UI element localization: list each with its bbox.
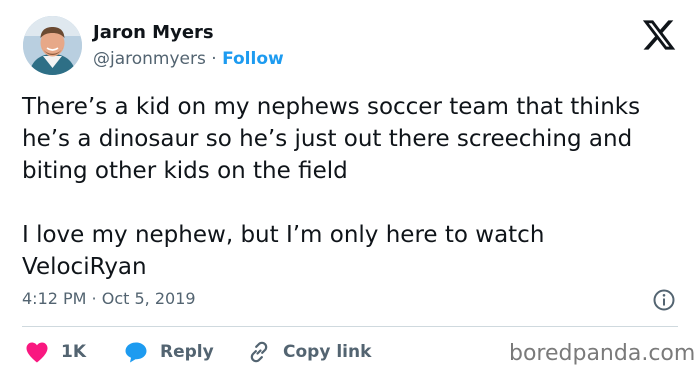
heart-icon bbox=[26, 342, 48, 363]
author-handle[interactable]: @jaronmyers bbox=[93, 49, 206, 69]
speech-bubble-icon bbox=[125, 342, 147, 363]
tweet-text: There’s a kid on my nephews soccer team … bbox=[22, 91, 672, 283]
author-name[interactable]: Jaron Myers bbox=[93, 22, 214, 43]
like-button[interactable]: 1K bbox=[25, 339, 86, 365]
x-logo-icon[interactable] bbox=[641, 17, 677, 53]
tweet-card: Jaron Myers @jaronmyers · Follow There’s… bbox=[0, 0, 700, 379]
tweet-paragraph: I love my nephew, but I’m only here to w… bbox=[22, 222, 545, 280]
tweet-paragraph: There’s a kid on my nephews soccer team … bbox=[22, 94, 641, 184]
link-icon bbox=[250, 341, 268, 363]
watermark: boredpanda.com bbox=[509, 341, 696, 366]
handle-row: @jaronmyers · Follow bbox=[93, 49, 284, 69]
follow-link[interactable]: Follow bbox=[222, 49, 284, 69]
divider bbox=[22, 326, 678, 327]
like-count: 1K bbox=[61, 342, 87, 362]
reply-label: Reply bbox=[160, 342, 214, 362]
avatar[interactable] bbox=[23, 16, 82, 75]
copy-link-button[interactable]: Copy link bbox=[247, 339, 371, 365]
info-icon[interactable] bbox=[652, 288, 676, 312]
reply-button[interactable]: Reply bbox=[124, 339, 214, 365]
handle-separator: · bbox=[211, 49, 217, 69]
tweet-timestamp[interactable]: 4:12 PM · Oct 5, 2019 bbox=[22, 289, 196, 308]
copy-link-label: Copy link bbox=[283, 342, 372, 362]
